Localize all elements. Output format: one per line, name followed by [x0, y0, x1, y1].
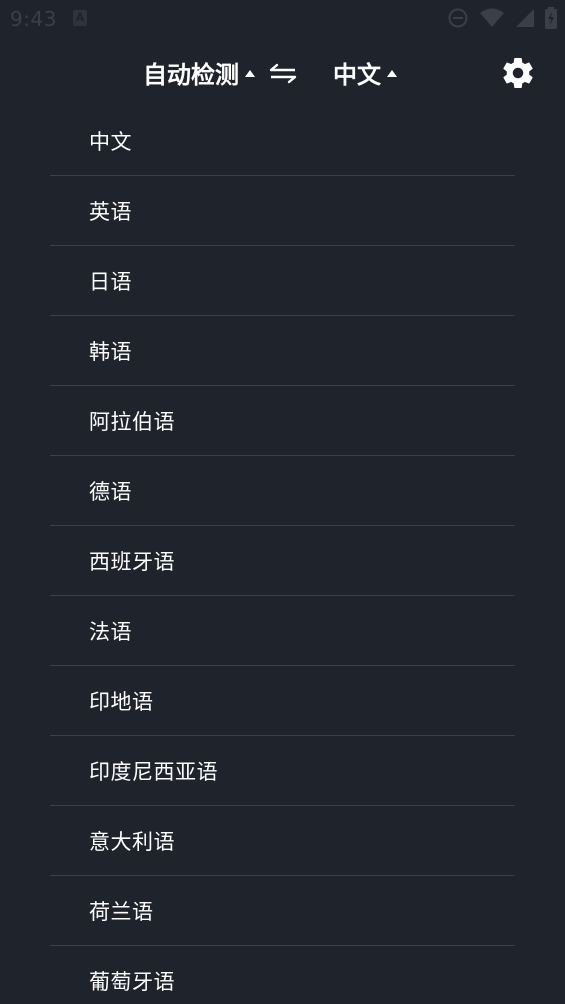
target-language-label: 中文 — [333, 60, 381, 89]
language-label: 中文 — [89, 129, 132, 154]
language-label: 荷兰语 — [89, 899, 154, 924]
language-item[interactable]: 英语 — [50, 176, 515, 246]
swap-icon[interactable] — [268, 62, 298, 84]
language-label: 韩语 — [89, 339, 132, 364]
language-label: 日语 — [89, 269, 132, 294]
language-label: 葡萄牙语 — [89, 970, 175, 994]
caret-up-icon — [387, 69, 397, 77]
language-label: 英语 — [89, 199, 132, 224]
language-label: 意大利语 — [89, 829, 175, 854]
status-icons — [447, 7, 557, 29]
language-label: 法语 — [89, 619, 132, 644]
language-label: 德语 — [89, 479, 132, 504]
caret-up-icon — [245, 69, 255, 77]
language-item[interactable]: 西班牙语 — [50, 526, 515, 596]
target-language-selector[interactable]: 中文 — [333, 56, 397, 89]
language-item[interactable]: 日语 — [50, 246, 515, 316]
language-item[interactable]: 印地语 — [50, 666, 515, 736]
language-item[interactable]: 德语 — [50, 456, 515, 526]
language-label: 印地语 — [89, 689, 154, 714]
language-label: 西班牙语 — [89, 549, 175, 574]
language-item[interactable]: 葡萄牙语 — [50, 946, 515, 1004]
battery-icon — [545, 7, 557, 29]
source-language-selector[interactable]: 自动检测 — [143, 56, 255, 89]
language-item[interactable]: 印度尼西亚语 — [50, 736, 515, 806]
toolbar: 自动检测 中文 — [0, 38, 565, 106]
language-item[interactable]: 法语 — [50, 596, 515, 666]
language-item[interactable]: 阿拉伯语 — [50, 386, 515, 456]
screen: 9:43 A 自动检测 中文 中文 英语 日语 韩语 阿拉伯语 德语 西班牙语 … — [0, 0, 565, 1004]
language-list: 中文 英语 日语 韩语 阿拉伯语 德语 西班牙语 法语 印地语 印度尼西亚语 意… — [50, 106, 515, 1004]
wifi-icon — [480, 8, 504, 27]
status-time: 9:43 — [10, 7, 57, 31]
gear-icon[interactable] — [500, 55, 536, 91]
do-not-disturb-icon — [448, 8, 468, 28]
language-label: 印度尼西亚语 — [89, 759, 218, 784]
language-item[interactable]: 荷兰语 — [50, 876, 515, 946]
language-label: 阿拉伯语 — [89, 409, 175, 434]
language-item[interactable]: 中文 — [50, 106, 515, 176]
language-item[interactable]: 韩语 — [50, 316, 515, 386]
cell-signal-icon — [516, 9, 534, 27]
language-item[interactable]: 意大利语 — [50, 806, 515, 876]
source-language-label: 自动检测 — [143, 60, 239, 89]
status-bar: 9:43 A — [0, 0, 565, 38]
notification-icon: A — [73, 10, 87, 26]
